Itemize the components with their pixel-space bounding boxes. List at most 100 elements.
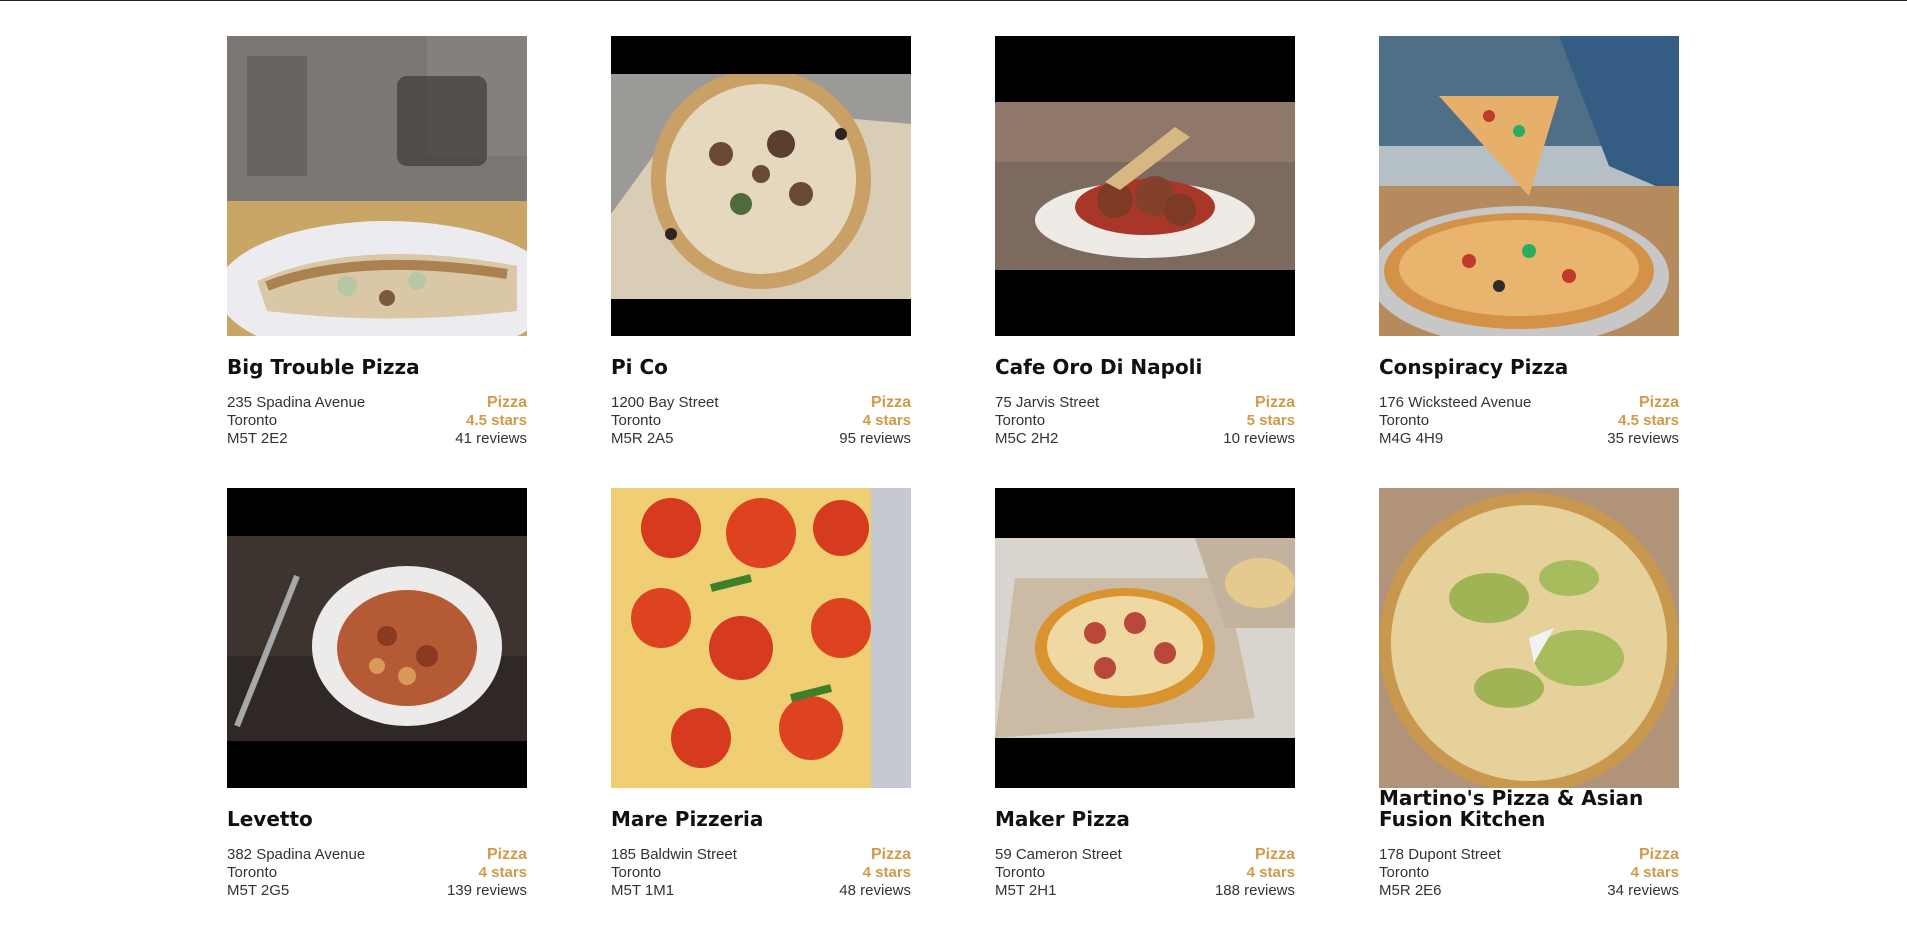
restaurant-card[interactable]: Levetto 382 Spadina Avenue Toronto M5T 2… bbox=[227, 488, 527, 900]
street-address: 176 Wicksteed Avenue bbox=[1379, 394, 1532, 411]
restaurant-name[interactable]: Martino's Pizza & Asian Fusion Kitchen bbox=[1379, 788, 1679, 830]
city: Toronto bbox=[995, 412, 1046, 429]
restaurant-address: 178 Dupont Street Toronto M5R 2E6 bbox=[1379, 846, 1501, 900]
restaurant-photo[interactable] bbox=[1379, 36, 1679, 336]
restaurant-meta: 178 Dupont Street Toronto M5R 2E6 Pizza … bbox=[1379, 846, 1679, 900]
restaurant-photo[interactable] bbox=[995, 36, 1295, 336]
postal-code: M5T 1M1 bbox=[611, 882, 675, 899]
review-count: 95 reviews bbox=[839, 430, 911, 447]
meatball-dish-image bbox=[995, 102, 1295, 270]
restaurant-meta: 75 Jarvis Street Toronto M5C 2H2 Pizza 5… bbox=[995, 394, 1295, 448]
rating-label: 4 stars bbox=[862, 864, 911, 881]
restaurant-card[interactable]: Cafe Oro Di Napoli 75 Jarvis Street Toro… bbox=[995, 36, 1295, 448]
review-count: 34 reviews bbox=[1607, 882, 1679, 899]
restaurant-photo[interactable] bbox=[995, 488, 1295, 788]
postal-code: M5R 2E6 bbox=[1379, 882, 1442, 899]
restaurant-card[interactable]: Big Trouble Pizza 235 Spadina Avenue Tor… bbox=[227, 36, 527, 448]
restaurant-card[interactable]: Mare Pizzeria 185 Baldwin Street Toronto… bbox=[611, 488, 911, 900]
category-label: Pizza bbox=[1638, 394, 1679, 411]
pizza-in-box-image bbox=[995, 538, 1295, 738]
city: Toronto bbox=[1379, 412, 1430, 429]
restaurant-name[interactable]: Conspiracy Pizza bbox=[1379, 357, 1679, 378]
restaurant-info: Pizza 4 stars 48 reviews bbox=[839, 846, 911, 900]
restaurant-info: Pizza 4 stars 95 reviews bbox=[839, 394, 911, 448]
restaurant-address: 59 Cameron Street Toronto M5T 2H1 bbox=[995, 846, 1122, 900]
rating-label: 4 stars bbox=[478, 864, 527, 881]
pizza-slice-lift-image bbox=[1379, 36, 1679, 336]
restaurant-name[interactable]: Maker Pizza bbox=[995, 809, 1295, 830]
postal-code: M5R 2A5 bbox=[611, 430, 674, 447]
city: Toronto bbox=[227, 412, 278, 429]
review-count: 10 reviews bbox=[1223, 430, 1295, 447]
review-count: 35 reviews bbox=[1607, 430, 1679, 447]
review-count: 41 reviews bbox=[455, 430, 527, 447]
rating-label: 4 stars bbox=[862, 412, 911, 429]
street-address: 75 Jarvis Street bbox=[995, 394, 1100, 411]
postal-code: M4G 4H9 bbox=[1379, 430, 1444, 447]
restaurant-info: Pizza 5 stars 10 reviews bbox=[1223, 394, 1295, 448]
city: Toronto bbox=[1379, 864, 1430, 881]
restaurant-address: 235 Spadina Avenue Toronto M5T 2E2 bbox=[227, 394, 365, 448]
pasta-bowl-image bbox=[227, 536, 527, 741]
rating-label: 4 stars bbox=[1246, 864, 1295, 881]
restaurant-info: Pizza 4 stars 188 reviews bbox=[1215, 846, 1295, 900]
restaurant-meta: 1200 Bay Street Toronto M5R 2A5 Pizza 4 … bbox=[611, 394, 911, 448]
pizza-slices-on-plate-image bbox=[227, 36, 527, 336]
restaurant-grid: Big Trouble Pizza 235 Spadina Avenue Tor… bbox=[227, 36, 1679, 900]
rating-label: 4.5 stars bbox=[466, 412, 527, 429]
restaurant-card[interactable]: Conspiracy Pizza 176 Wicksteed Avenue To… bbox=[1379, 36, 1679, 448]
street-address: 178 Dupont Street bbox=[1379, 846, 1501, 863]
restaurant-meta: 382 Spadina Avenue Toronto M5T 2G5 Pizza… bbox=[227, 846, 527, 900]
category-label: Pizza bbox=[1638, 846, 1679, 863]
category-label: Pizza bbox=[870, 846, 911, 863]
category-label: Pizza bbox=[486, 394, 527, 411]
restaurant-card[interactable]: Pi Co 1200 Bay Street Toronto M5R 2A5 Pi… bbox=[611, 36, 911, 448]
restaurant-meta: 176 Wicksteed Avenue Toronto M4G 4H9 Piz… bbox=[1379, 394, 1679, 448]
restaurant-name[interactable]: Pi Co bbox=[611, 357, 911, 378]
city: Toronto bbox=[227, 864, 278, 881]
category-label: Pizza bbox=[486, 846, 527, 863]
restaurant-address: 382 Spadina Avenue Toronto M5T 2G5 bbox=[227, 846, 365, 900]
review-count: 48 reviews bbox=[839, 882, 911, 899]
pepperoni-closeup-image bbox=[611, 488, 911, 788]
restaurant-photo[interactable] bbox=[611, 488, 911, 788]
rating-label: 5 stars bbox=[1246, 412, 1295, 429]
category-label: Pizza bbox=[870, 394, 911, 411]
restaurant-address: 176 Wicksteed Avenue Toronto M4G 4H9 bbox=[1379, 394, 1531, 448]
category-label: Pizza bbox=[1254, 846, 1295, 863]
restaurant-card[interactable]: Maker Pizza 59 Cameron Street Toronto M5… bbox=[995, 488, 1295, 900]
restaurant-photo[interactable] bbox=[227, 36, 527, 336]
rating-label: 4 stars bbox=[1630, 864, 1679, 881]
restaurant-info: Pizza 4 stars 34 reviews bbox=[1607, 846, 1679, 900]
restaurant-meta: 185 Baldwin Street Toronto M5T 1M1 Pizza… bbox=[611, 846, 911, 900]
restaurant-photo[interactable] bbox=[611, 36, 911, 336]
restaurant-meta: 59 Cameron Street Toronto M5T 2H1 Pizza … bbox=[995, 846, 1295, 900]
review-count: 139 reviews bbox=[446, 882, 527, 899]
street-address: 59 Cameron Street bbox=[995, 846, 1122, 863]
restaurant-info: Pizza 4.5 stars 41 reviews bbox=[455, 394, 527, 448]
restaurant-address: 75 Jarvis Street Toronto M5C 2H2 bbox=[995, 394, 1099, 448]
city: Toronto bbox=[611, 412, 662, 429]
category-label: Pizza bbox=[1254, 394, 1295, 411]
restaurant-name[interactable]: Big Trouble Pizza bbox=[227, 357, 527, 378]
review-count: 188 reviews bbox=[1214, 882, 1295, 899]
restaurant-address: 1200 Bay Street Toronto M5R 2A5 bbox=[611, 394, 719, 448]
restaurant-name[interactable]: Cafe Oro Di Napoli bbox=[995, 357, 1295, 378]
rating-label: 4.5 stars bbox=[1618, 412, 1679, 429]
large-pizza-in-box-image bbox=[1379, 488, 1679, 788]
top-divider bbox=[0, 0, 1907, 1]
city: Toronto bbox=[995, 864, 1046, 881]
postal-code: M5T 2H1 bbox=[995, 882, 1057, 899]
restaurant-photo[interactable] bbox=[1379, 488, 1679, 788]
restaurant-info: Pizza 4.5 stars 35 reviews bbox=[1607, 394, 1679, 448]
whole-pizza-on-paper-image bbox=[611, 74, 911, 299]
street-address: 235 Spadina Avenue bbox=[227, 394, 366, 411]
street-address: 382 Spadina Avenue bbox=[227, 846, 366, 863]
restaurant-info: Pizza 4 stars 139 reviews bbox=[447, 846, 527, 900]
restaurant-name[interactable]: Mare Pizzeria bbox=[611, 809, 911, 830]
restaurant-photo[interactable] bbox=[227, 488, 527, 788]
postal-code: M5T 2E2 bbox=[227, 430, 288, 447]
postal-code: M5T 2G5 bbox=[227, 882, 290, 899]
restaurant-name[interactable]: Levetto bbox=[227, 809, 527, 830]
restaurant-card[interactable]: Martino's Pizza & Asian Fusion Kitchen 1… bbox=[1379, 488, 1679, 900]
